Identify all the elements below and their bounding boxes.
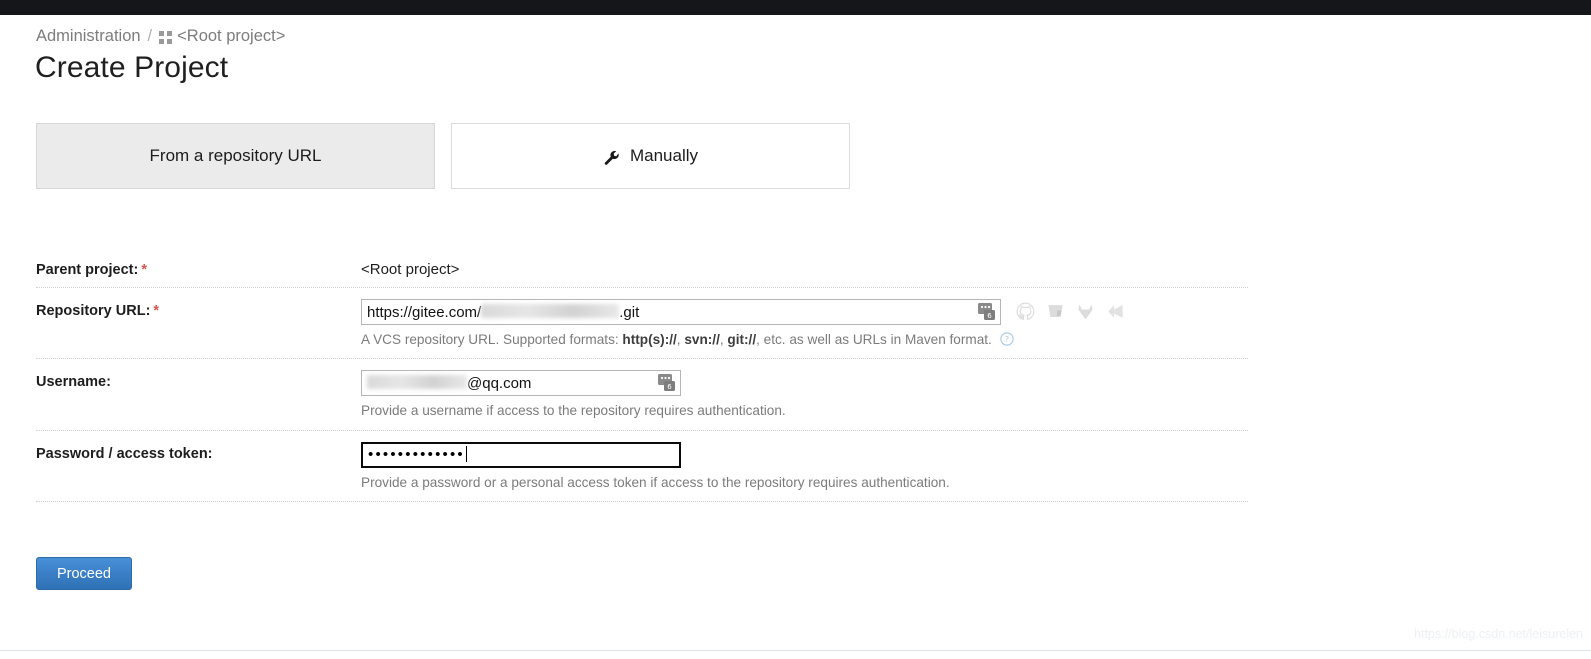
repository-url-value-prefix: https://gitee.com/ xyxy=(367,303,482,321)
username-field: @qq.com 6 Provide a username if access t… xyxy=(361,370,1248,420)
password-masked-value: ••••••••••••• xyxy=(368,446,465,464)
form-row-username: Username: @qq.com 6 Provide a username i… xyxy=(36,359,1248,431)
tab-from-repository-url[interactable]: From a repository URL xyxy=(36,123,435,189)
repository-url-input[interactable]: https://gitee.com/ .git 6 xyxy=(361,299,1001,325)
parent-project-label: Parent project: * xyxy=(36,258,361,278)
password-input[interactable]: ••••••••••••• xyxy=(361,441,681,468)
create-project-page: Administration / <Root project> Create P… xyxy=(0,0,1591,659)
wrench-icon xyxy=(603,149,621,167)
repository-url-label: Repository URL: * xyxy=(36,299,361,319)
parent-project-label-text: Parent project: xyxy=(36,262,139,278)
parent-project-value: <Root project> xyxy=(361,261,460,278)
bottom-divider xyxy=(0,650,1591,651)
vcs-provider-icons xyxy=(1016,302,1125,321)
username-label: Username: xyxy=(36,370,361,390)
password-manager-icon[interactable]: 6 xyxy=(658,374,677,392)
required-asterisk: * xyxy=(141,262,147,278)
breadcrumb-item-administration[interactable]: Administration xyxy=(36,27,141,46)
svg-text:6: 6 xyxy=(667,383,672,391)
repository-url-value-suffix: .git xyxy=(619,303,640,321)
tab-from-repository-url-label: From a repository URL xyxy=(149,146,322,165)
form-row-repository-url: Repository URL: * https://gitee.com/ .git … xyxy=(36,288,1248,360)
grid-icon xyxy=(159,31,173,44)
azure-devops-icon[interactable] xyxy=(1106,302,1125,321)
repository-url-hint: A VCS repository URL. Supported formats:… xyxy=(361,331,1248,349)
redacted-text xyxy=(481,304,620,318)
proceed-button[interactable]: Proceed xyxy=(36,557,132,590)
gitlab-icon[interactable] xyxy=(1076,302,1095,321)
hint-protocol-git: git:// xyxy=(727,332,757,347)
repository-url-field: https://gitee.com/ .git 6 A VCS repositor… xyxy=(361,299,1248,349)
top-black-bar xyxy=(0,0,1591,15)
form-actions: Proceed xyxy=(36,557,132,590)
hint-protocol-svn: svn:// xyxy=(684,332,720,347)
password-manager-icon[interactable]: 6 xyxy=(978,303,997,321)
svg-text:?: ? xyxy=(1005,335,1009,344)
page-title: Create Project xyxy=(35,51,229,84)
required-asterisk: * xyxy=(153,303,160,319)
password-field: ••••••••••••• Provide a password or a pe… xyxy=(361,441,1248,492)
question-circle-icon[interactable]: ? xyxy=(999,332,1014,346)
create-project-form: Parent project: * <Root project> Reposito… xyxy=(36,247,1248,503)
hint-text-before: A VCS repository URL. Supported formats: xyxy=(361,332,623,347)
username-value-suffix: @qq.com xyxy=(467,374,532,392)
repository-url-label-text: Repository URL: xyxy=(36,303,151,319)
source-mode-tabs: From a repository URL Manually xyxy=(36,123,850,189)
page-content: Administration / <Root project> Create P… xyxy=(0,15,1591,659)
username-hint: Provide a username if access to the repo… xyxy=(361,403,786,419)
password-label: Password / access token: xyxy=(36,442,361,462)
breadcrumb-separator: / xyxy=(147,27,153,45)
tab-manually-label: Manually xyxy=(629,146,699,165)
breadcrumb-item-root-project[interactable]: <Root project> xyxy=(177,27,285,46)
parent-project-field: <Root project> xyxy=(361,258,1248,278)
github-icon[interactable] xyxy=(1016,302,1035,321)
watermark: https://blog.csdn.net/leisurelen xyxy=(1414,627,1583,641)
breadcrumb: Administration / <Root project> xyxy=(36,27,285,46)
password-hint: Provide a password or a personal access … xyxy=(361,474,950,490)
svg-text:6: 6 xyxy=(987,312,992,320)
redacted-text xyxy=(367,375,467,390)
password-label-text: Password / access token: xyxy=(36,445,213,462)
text-caret xyxy=(465,445,467,462)
bitbucket-icon[interactable] xyxy=(1046,302,1065,321)
form-row-parent-project: Parent project: * <Root project> xyxy=(36,247,1248,288)
form-row-password: Password / access token: ••••••••••••• P… xyxy=(36,431,1248,503)
hint-protocol-http: http(s):// xyxy=(622,332,677,347)
tab-manually[interactable]: Manually xyxy=(451,123,850,189)
hint-text-after: , etc. as well as URLs in Maven format. xyxy=(756,332,992,347)
username-label-text: Username: xyxy=(36,374,111,391)
username-input[interactable]: @qq.com 6 xyxy=(361,370,681,397)
